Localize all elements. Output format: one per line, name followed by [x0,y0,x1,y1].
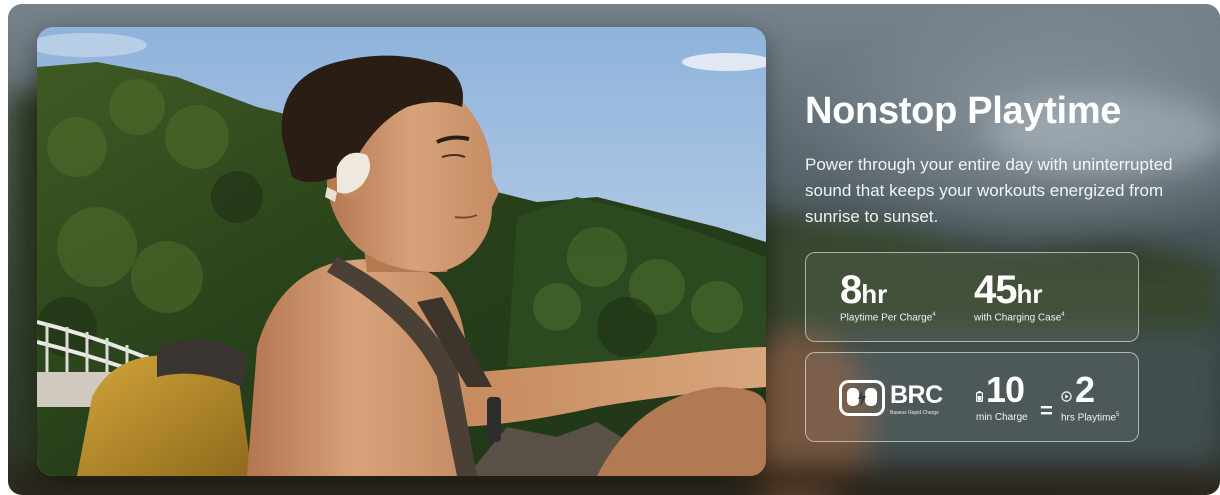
play-circle-icon [1061,389,1072,407]
battery-icon [976,389,984,407]
charge-caption: min Charge [976,412,1028,423]
section-description: Power through your entire day with unint… [805,155,1173,226]
play-value: 2 [1075,369,1095,410]
section-title: Nonstop Playtime [805,90,1122,132]
stat-unit: hr [1016,279,1043,309]
brc-logo-subtext: Baseus Rapid Charge [890,410,939,416]
play-caption: hrs Playtime5 [1061,412,1120,424]
feature-copy: Nonstop Playtime Power through your enti… [805,88,1205,230]
stat-value: 45 [974,268,1017,312]
playtime-stats-card: 8hr Playtime Per Charge4 45hr with Charg… [805,252,1139,342]
stat-charge-time: 10 min Charge [976,369,1028,424]
brc-logo: BRC Baseus Rapid Charge [890,381,943,417]
stat-caption: Playtime Per Charge4 [840,312,936,324]
stat-play-time: 2 hrs Playtime5 [1061,369,1120,424]
brc-logo-text: BRC [890,381,943,409]
lifestyle-photo [37,27,766,476]
stat-unit: hr [861,279,888,309]
stat-playtime-per-charge: 8hr Playtime Per Charge4 [840,270,936,323]
fast-charge-card: BRC Baseus Rapid Charge 10 min Charge = … [805,352,1139,442]
stat-caption: with Charging Case4 [974,312,1065,324]
charge-value: 10 [986,369,1025,410]
stat-value: 8 [840,268,862,312]
equals-sign: = [1040,398,1053,423]
earbuds-case-icon [839,380,885,421]
stat-playtime-with-case: 45hr with Charging Case4 [974,270,1065,323]
hero-banner: Nonstop Playtime Power through your enti… [8,4,1220,495]
